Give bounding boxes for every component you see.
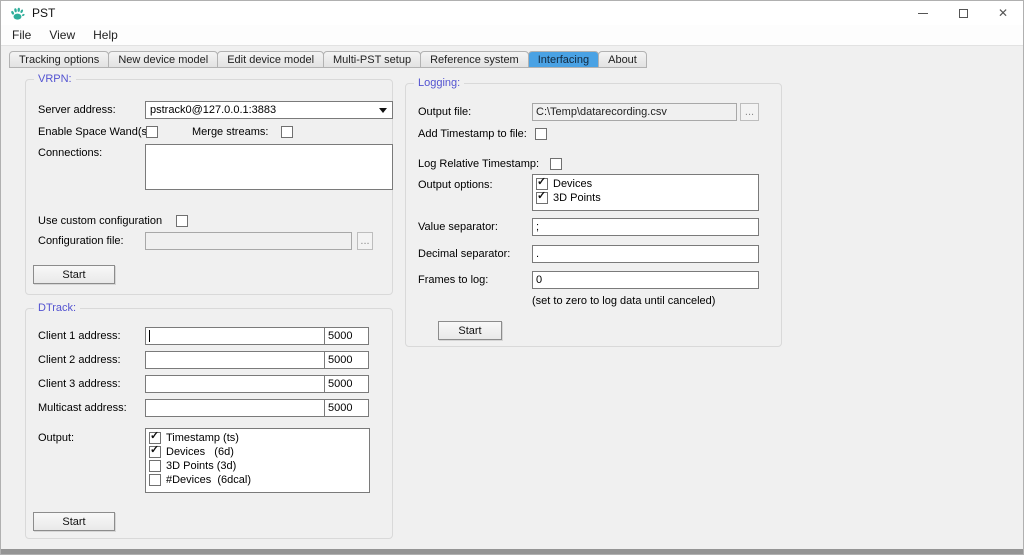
tab-new-device-model[interactable]: New device model	[108, 51, 219, 68]
client2-address-input[interactable]	[145, 351, 331, 369]
tab-bar: Tracking options New device model Edit d…	[9, 51, 647, 68]
connections-label: Connections:	[38, 147, 103, 159]
output-3dpoints-checkbox[interactable]	[149, 459, 161, 472]
client1-address-label: Client 1 address:	[38, 330, 121, 342]
server-address-combobox[interactable]: pstrack0@127.0.0.1:3883	[145, 101, 393, 119]
minimize-button[interactable]	[903, 1, 943, 25]
output-file-browse-button[interactable]: ...	[740, 103, 759, 121]
server-address-label: Server address:	[38, 104, 116, 116]
output-item-label: 3D Points (3d)	[166, 459, 237, 472]
list-item: Devices (6d)	[149, 445, 368, 458]
multicast-address-label: Multicast address:	[38, 402, 127, 414]
client1-address-input[interactable]	[145, 327, 331, 345]
value-separator-input[interactable]	[532, 218, 759, 236]
logging-start-button[interactable]: Start	[438, 321, 502, 340]
output-options-label: Output options:	[418, 179, 493, 191]
dtrack-output-listbox[interactable]: Timestamp (ts) Devices (6d) 3D Points (3…	[145, 428, 370, 493]
window-controls: ✕	[903, 1, 1023, 25]
output-file-input	[532, 103, 737, 121]
dtrack-group: DTrack: Client 1 address: Client 2 addre…	[25, 302, 393, 539]
tab-reference-system[interactable]: Reference system	[420, 51, 529, 68]
enable-space-wands-label: Enable Space Wand(s):	[38, 126, 154, 138]
logging-output-options-listbox[interactable]: Devices 3D Points	[532, 174, 759, 211]
frames-to-log-hint: (set to zero to log data until canceled)	[532, 295, 716, 307]
decimal-separator-label: Decimal separator:	[418, 248, 511, 260]
use-custom-configuration-checkbox[interactable]	[176, 215, 189, 227]
tab-edit-device-model[interactable]: Edit device model	[217, 51, 325, 68]
log-relative-timestamp-checkbox[interactable]	[550, 158, 563, 170]
combobox-dropdown-button[interactable]	[375, 103, 391, 117]
app-icon	[11, 7, 25, 20]
logging-devices-checkbox[interactable]	[536, 177, 548, 190]
merge-streams-checkbox[interactable]	[281, 126, 294, 138]
tab-interfacing[interactable]: Interfacing	[527, 51, 600, 68]
chevron-down-icon	[379, 107, 387, 113]
merge-streams-label: Merge streams:	[192, 126, 269, 138]
vrpn-group: VRPN: Server address: pstrack0@127.0.0.1…	[25, 73, 393, 295]
list-item: 3D Points (3d)	[149, 459, 368, 472]
list-item: Timestamp (ts)	[149, 431, 368, 444]
output-option-label: 3D Points	[553, 191, 601, 204]
list-item: 3D Points	[536, 191, 757, 204]
text-caret	[149, 330, 150, 342]
close-icon: ✕	[997, 6, 1009, 20]
client3-port-input[interactable]	[324, 375, 369, 393]
client3-address-input[interactable]	[145, 375, 331, 393]
tab-multi-pst-setup[interactable]: Multi-PST setup	[323, 51, 422, 68]
window-bottom-edge	[1, 549, 1023, 554]
tab-about[interactable]: About	[598, 51, 647, 68]
value-separator-label: Value separator:	[418, 221, 498, 233]
decimal-separator-input[interactable]	[532, 245, 759, 263]
maximize-icon	[958, 8, 968, 18]
multicast-port-input[interactable]	[324, 399, 369, 417]
output-item-label: Timestamp (ts)	[166, 431, 239, 444]
client1-port-input[interactable]	[324, 327, 369, 345]
client3-address-label: Client 3 address:	[38, 378, 121, 390]
menu-help[interactable]: Help	[84, 25, 127, 45]
logging-group-title: Logging:	[414, 77, 465, 89]
configuration-file-input	[145, 232, 352, 250]
logging-group: Logging: Output file: ... Add Timestamp …	[405, 77, 782, 347]
close-button[interactable]: ✕	[983, 1, 1023, 25]
menu-view[interactable]: View	[40, 25, 84, 45]
maximize-button[interactable]	[943, 1, 983, 25]
output-file-label: Output file:	[418, 106, 472, 118]
menu-file[interactable]: File	[3, 25, 40, 45]
dtrack-output-label: Output:	[38, 432, 75, 444]
window-title: PST	[32, 6, 56, 20]
frames-to-log-label: Frames to log:	[418, 274, 489, 286]
menu-bar: File View Help	[1, 25, 1023, 46]
use-custom-configuration-label: Use custom configuration	[38, 215, 163, 227]
configuration-file-browse-button[interactable]: ...	[357, 232, 373, 250]
multicast-address-input[interactable]	[145, 399, 331, 417]
output-numdevices-checkbox[interactable]	[149, 473, 161, 486]
tab-tracking-options[interactable]: Tracking options	[9, 51, 110, 68]
dtrack-start-button[interactable]: Start	[33, 512, 115, 531]
output-option-label: Devices	[553, 177, 593, 190]
app-window: PST ✕ File View Help Tracking options Ne…	[0, 0, 1024, 555]
vrpn-group-title: VRPN:	[34, 73, 76, 85]
client2-port-input[interactable]	[324, 351, 369, 369]
add-timestamp-checkbox[interactable]	[535, 128, 547, 140]
output-devices-checkbox[interactable]	[149, 445, 161, 458]
connections-textarea[interactable]	[145, 144, 393, 190]
configuration-file-label: Configuration file:	[38, 235, 124, 247]
server-address-value: pstrack0@127.0.0.1:3883	[150, 104, 277, 116]
list-item: Devices	[536, 177, 757, 190]
client2-address-label: Client 2 address:	[38, 354, 121, 366]
frames-to-log-input[interactable]	[532, 271, 759, 289]
minimize-icon	[918, 12, 928, 14]
log-relative-timestamp-label: Log Relative Timestamp:	[418, 158, 540, 170]
output-item-label: Devices (6d)	[166, 445, 234, 458]
list-item: #Devices (6dcal)	[149, 473, 368, 486]
vrpn-start-button[interactable]: Start	[33, 265, 115, 284]
add-timestamp-label: Add Timestamp to file:	[418, 128, 527, 140]
output-item-label: #Devices (6dcal)	[166, 473, 251, 486]
title-bar: PST ✕	[1, 1, 1023, 25]
enable-space-wands-checkbox[interactable]	[146, 126, 158, 138]
output-timestamp-checkbox[interactable]	[149, 431, 161, 444]
dtrack-group-title: DTrack:	[34, 302, 81, 314]
logging-3dpoints-checkbox[interactable]	[536, 191, 548, 204]
